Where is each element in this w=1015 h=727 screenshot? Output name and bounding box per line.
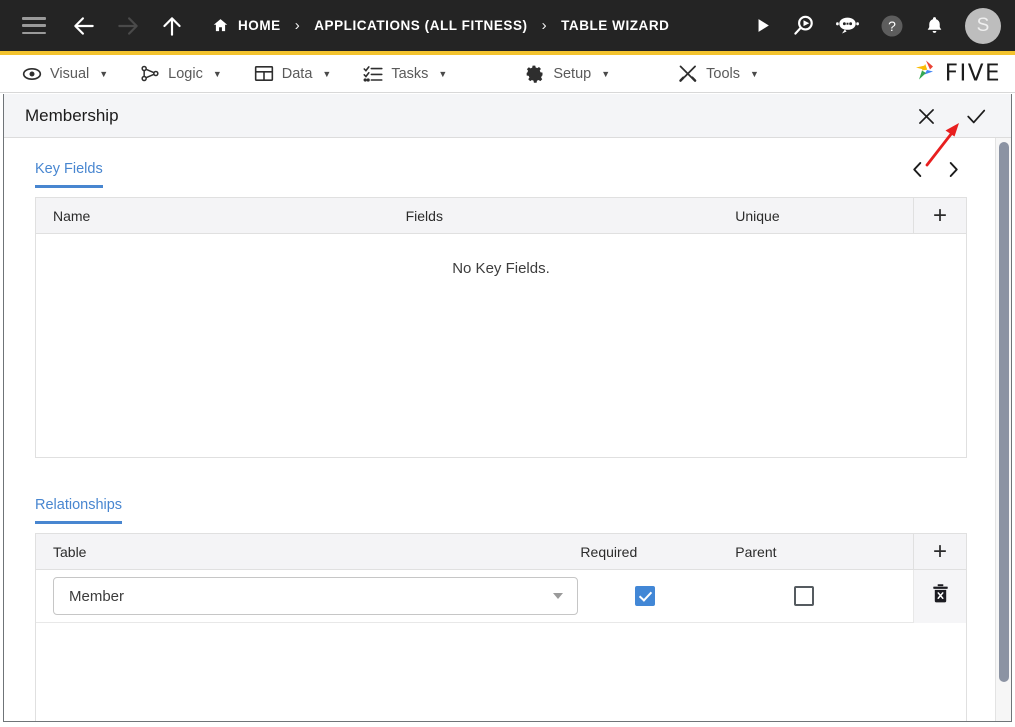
breadcrumb-item-applications[interactable]: APPLICATIONS (ALL FITNESS) [314, 18, 527, 33]
relationships-table: Table Required Parent + Member [35, 533, 967, 721]
five-logo-mark-icon [911, 57, 941, 90]
menu-item-tasks[interactable]: Tasks ▼ [353, 55, 457, 93]
table-row: Member [36, 569, 966, 623]
chevron-down-icon: ▼ [212, 68, 222, 79]
required-checkbox[interactable] [635, 586, 656, 606]
app-root: HOME › APPLICATIONS (ALL FITNESS) › TABL… [0, 0, 1015, 727]
top-toolbar-actions: ? S [753, 0, 1001, 51]
menu-item-logic-label: Logic [168, 65, 203, 82]
table-grid-icon [254, 64, 274, 84]
confirm-checkmark-button[interactable] [965, 105, 987, 127]
avatar[interactable]: S [965, 7, 1001, 44]
five-logo-text: FIVE [944, 60, 1001, 87]
column-header-parent: Parent [735, 543, 777, 560]
hamburger-menu-icon[interactable] [22, 17, 46, 34]
relationships-table-header: Table Required Parent + [36, 533, 966, 570]
menu-item-tools[interactable]: Tools ▼ [668, 55, 769, 93]
tools-wrench-icon [678, 64, 698, 84]
relationships-table-body: Member [36, 569, 966, 721]
chevron-down-icon: ▼ [99, 68, 109, 79]
menu-bar: Visual ▼ Logic ▼ Data ▼ Tasks ▼ Setup ▼ … [0, 55, 1015, 93]
key-fields-table: Name Fields Unique + No Key Fields. [35, 197, 967, 458]
run-play-icon[interactable] [753, 16, 772, 35]
chat-bot-icon[interactable] [835, 15, 860, 36]
chevron-down-icon: ▼ [322, 68, 332, 79]
column-header-unique: Unique [735, 207, 780, 224]
tab-key-fields[interactable]: Key Fields [35, 160, 103, 188]
menu-item-visual[interactable]: Visual ▼ [12, 55, 118, 93]
checklist-icon [363, 64, 383, 84]
page-title: Membership [25, 105, 119, 125]
top-toolbar: HOME › APPLICATIONS (ALL FITNESS) › TABL… [0, 0, 1015, 51]
chevron-down-icon: ▼ [438, 68, 448, 79]
delete-relationship-button[interactable] [913, 569, 966, 623]
key-fields-section-header: Key Fields [4, 138, 997, 188]
notifications-bell-icon[interactable] [924, 15, 945, 36]
key-fields-empty-message: No Key Fields. [452, 260, 550, 277]
relationship-parent-cell [735, 570, 913, 623]
breadcrumb-separator-icon-2: › [541, 17, 548, 34]
help-icon[interactable]: ? [880, 14, 904, 38]
chevron-left-icon[interactable] [909, 159, 925, 179]
gear-icon [525, 64, 545, 84]
breadcrumb: HOME › APPLICATIONS (ALL FITNESS) › TABL… [212, 17, 669, 34]
key-fields-pager [909, 159, 961, 179]
column-header-fields: Fields [405, 207, 443, 224]
tab-relationships-label: Relationships [35, 497, 123, 513]
tab-relationships[interactable]: Relationships [35, 496, 123, 524]
menu-item-tasks-label: Tasks [391, 65, 429, 82]
eye-icon [22, 64, 42, 84]
logic-nodes-icon [140, 64, 160, 84]
breadcrumb-item-table-wizard[interactable]: TABLE WIZARD [561, 18, 669, 33]
tab-active-underline [35, 185, 103, 188]
relationship-table-cell: Member [36, 570, 580, 623]
add-relationship-button[interactable]: + [913, 533, 966, 570]
dialog-body: Key Fields Name Fields Unique + No Key F… [4, 138, 1011, 721]
arrow-forward-icon[interactable] [114, 12, 142, 40]
menu-item-data-label: Data [281, 65, 313, 82]
chevron-down-icon: ▼ [601, 68, 611, 79]
breadcrumb-separator-icon: › [294, 17, 301, 34]
menu-item-setup[interactable]: Setup ▼ [515, 55, 620, 93]
relationship-required-cell [580, 570, 735, 623]
menu-item-visual-label: Visual [50, 65, 90, 82]
menu-item-logic[interactable]: Logic ▼ [130, 55, 232, 93]
add-key-field-button[interactable]: + [913, 197, 966, 234]
vertical-scrollbar-thumb[interactable] [999, 142, 1009, 682]
relationship-table-select[interactable]: Member [53, 577, 578, 615]
dialog-content: Key Fields Name Fields Unique + No Key F… [4, 138, 997, 721]
home-icon [212, 17, 229, 34]
key-fields-table-header: Name Fields Unique + [36, 197, 966, 234]
chevron-down-icon [553, 593, 563, 599]
arrow-back-icon[interactable] [70, 12, 98, 40]
menu-item-setup-label: Setup [553, 65, 592, 82]
chevron-right-icon[interactable] [945, 159, 961, 179]
column-header-required: Required [580, 543, 638, 560]
vertical-scrollbar[interactable] [995, 138, 1011, 721]
tab-key-fields-label: Key Fields [35, 161, 103, 177]
column-header-name: Name [53, 207, 91, 224]
relationship-table-select-value: Member [69, 587, 125, 605]
dialog-header: Membership [4, 94, 1011, 138]
parent-checkbox[interactable] [794, 586, 815, 606]
menu-item-data[interactable]: Data ▼ [244, 55, 342, 93]
breadcrumb-item-home[interactable]: HOME [238, 18, 281, 33]
five-logo: FIVE [911, 57, 1001, 90]
relationships-table-filler [36, 623, 966, 721]
column-header-table: Table [53, 543, 87, 560]
key-fields-table-body: No Key Fields. [36, 234, 966, 457]
menu-item-tools-label: Tools [706, 65, 740, 82]
search-run-icon[interactable] [792, 14, 815, 37]
tab-active-underline-2 [35, 521, 123, 524]
dialog-header-actions [915, 94, 987, 138]
svg-text:?: ? [888, 18, 896, 34]
arrow-up-icon[interactable] [158, 12, 186, 40]
close-icon[interactable] [915, 105, 937, 127]
trash-delete-icon [931, 583, 950, 609]
chevron-down-icon: ▼ [750, 68, 759, 79]
membership-dialog: Membership Key Fields Name Fields Unique… [3, 94, 1012, 722]
relationships-section-header: Relationships [4, 472, 997, 524]
